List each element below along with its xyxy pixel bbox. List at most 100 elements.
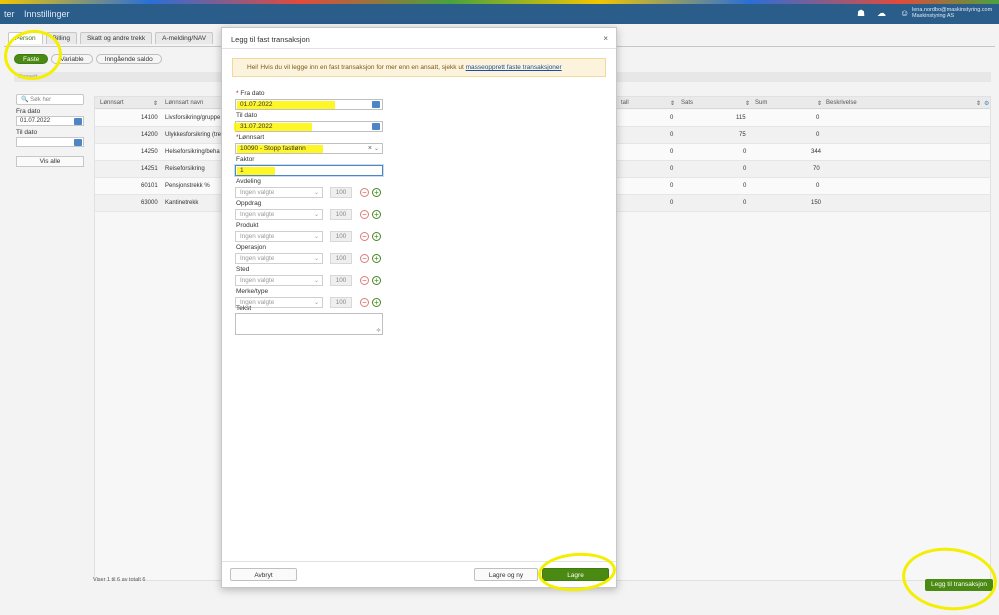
cell-code: 14200 xyxy=(141,132,158,138)
col-header-partial[interactable]: tall xyxy=(621,100,629,106)
chevron-down-icon[interactable]: ⌄ xyxy=(314,255,319,262)
produkt-percent: 100 xyxy=(330,231,352,242)
col-header-sats[interactable]: Sats xyxy=(681,100,693,106)
cell-sats: 0 xyxy=(670,166,674,172)
operasjon-percent: 100 xyxy=(330,253,352,264)
pill-inngaende-saldo[interactable]: Inngående saldo xyxy=(95,54,162,64)
chevron-down-icon[interactable]: ⌄ xyxy=(374,145,379,152)
cell-sats: 0 xyxy=(670,183,674,189)
search-input[interactable]: 🔍 Søk her xyxy=(16,94,84,105)
add-row-icon[interactable]: + xyxy=(372,298,381,307)
cell-name: Helseforsikring/beha xyxy=(165,149,220,155)
remove-row-icon[interactable]: − xyxy=(360,276,369,285)
til-dato-label: Til dato xyxy=(16,129,38,136)
fra-dato-input[interactable]: 01.07.2022 xyxy=(235,99,383,110)
gear-icon[interactable]: ⚙ xyxy=(984,100,989,107)
sort-icon[interactable]: ⇕ xyxy=(745,100,750,107)
avdeling-percent: 100 xyxy=(330,187,352,198)
chevron-down-icon[interactable]: ⌄ xyxy=(314,189,319,196)
chevron-down-icon[interactable]: ⌄ xyxy=(314,233,319,240)
tab-a-melding[interactable]: A-melding/NAV xyxy=(155,32,214,44)
remove-row-icon[interactable]: − xyxy=(360,298,369,307)
masseopprett-link[interactable]: masseopprett faste transaksjoner xyxy=(466,64,562,71)
add-row-icon[interactable]: + xyxy=(372,188,381,197)
chevron-down-icon[interactable]: ⌄ xyxy=(314,299,319,306)
col-header-lonnsart-navn[interactable]: Lønnsart navn xyxy=(165,100,203,106)
lonnsart-value: 10090 - Stopp fastlønn xyxy=(240,145,306,152)
calendar-icon[interactable] xyxy=(372,101,380,108)
cancel-button[interactable]: Avbryt xyxy=(230,568,297,581)
resize-handle-icon[interactable]: ≑ xyxy=(376,327,381,334)
chat-icon[interactable]: ☁ xyxy=(877,8,889,19)
header-brand[interactable]: ter xyxy=(4,9,15,19)
sort-icon[interactable]: ⇕ xyxy=(976,100,981,107)
cell-code: 14250 xyxy=(141,149,158,155)
remove-row-icon[interactable]: − xyxy=(360,210,369,219)
info-banner: Hei! Hvis du vil legge inn en fast trans… xyxy=(232,58,606,77)
cell-extra: 70 xyxy=(813,166,820,172)
app-header: ter Innstillinger ☗ ☁ ☺ lena.nordbo@mask… xyxy=(0,4,999,24)
remove-row-icon[interactable]: − xyxy=(360,232,369,241)
cell-sum: 0 xyxy=(743,166,747,172)
cell-name: Reiseforsikring xyxy=(165,166,205,172)
cell-sats: 0 xyxy=(670,149,674,155)
fra-dato-label: * Fra dato xyxy=(236,90,265,97)
close-icon[interactable]: × xyxy=(603,34,608,43)
avdeling-placeholder: Ingen valgte xyxy=(240,189,275,196)
add-row-icon[interactable]: + xyxy=(372,210,381,219)
calendar-icon[interactable] xyxy=(372,123,380,130)
org-chart-icon[interactable]: ☗ xyxy=(857,8,869,19)
til-dato-input[interactable] xyxy=(16,137,84,147)
til-dato-input[interactable]: 31.07.2022 xyxy=(234,121,383,132)
user-icon[interactable]: ☺ xyxy=(900,8,912,19)
sort-icon[interactable]: ⇕ xyxy=(670,100,675,107)
cell-code: 14251 xyxy=(141,166,158,172)
add-row-icon[interactable]: + xyxy=(372,232,381,241)
user-info[interactable]: lena.nordbo@maskinstyring.com Maskinstyr… xyxy=(912,7,992,19)
lonnsart-label: *Lønnsart xyxy=(236,134,264,141)
col-header-beskrivelse[interactable]: Beskrivelse xyxy=(826,100,857,106)
filter-panel: 🔍 Søk her Fra dato 01.07.2022 Til dato V… xyxy=(16,94,86,167)
calendar-icon[interactable] xyxy=(74,139,82,146)
lonnsart-label-text: Lønnsart xyxy=(238,134,265,141)
calendar-icon[interactable] xyxy=(74,118,82,125)
tab-skatt[interactable]: Skatt og andre trekk xyxy=(79,32,153,44)
cell-extra: 0 xyxy=(816,115,820,121)
save-and-new-button[interactable]: Lagre og ny xyxy=(474,568,538,581)
sort-icon[interactable]: ⇕ xyxy=(153,100,158,107)
avdeling-select[interactable]: Ingen valgte ⌄ xyxy=(235,187,323,198)
vis-alle-button[interactable]: Vis alle xyxy=(16,156,84,167)
produkt-select[interactable]: Ingen valgte ⌄ xyxy=(235,231,323,242)
remove-row-icon[interactable]: − xyxy=(360,254,369,263)
add-row-icon[interactable]: + xyxy=(372,276,381,285)
sted-select[interactable]: Ingen valgte ⌄ xyxy=(235,275,323,286)
cell-name: Ulykkesforsikring (tre xyxy=(165,132,222,138)
cell-sum: 0 xyxy=(743,200,747,206)
chevron-down-icon[interactable]: ⌄ xyxy=(314,277,319,284)
col-header-sum[interactable]: Sum xyxy=(755,100,767,106)
chevron-down-icon[interactable]: ⌄ xyxy=(314,211,319,218)
search-placeholder: Søk her xyxy=(30,97,52,103)
col-header-lonnsart[interactable]: Lønnsart xyxy=(100,100,124,106)
operasjon-select[interactable]: Ingen valgte ⌄ xyxy=(235,253,323,264)
fra-dato-input[interactable]: 01.07.2022 xyxy=(16,116,84,126)
user-company: Maskinstyring AS xyxy=(912,13,955,19)
merke-type-percent: 100 xyxy=(330,297,352,308)
oppdrag-select[interactable]: Ingen valgte ⌄ xyxy=(235,209,323,220)
cell-sats: 0 xyxy=(670,200,674,206)
add-row-icon[interactable]: + xyxy=(372,254,381,263)
tekst-textarea[interactable]: ≑ xyxy=(235,313,383,335)
clear-icon[interactable]: × xyxy=(368,145,372,152)
lonnsart-select[interactable]: 10090 - Stopp fastlønn × ⌄ xyxy=(235,143,383,154)
oppdrag-placeholder: Ingen valgte xyxy=(240,211,275,218)
avdeling-label: Avdeling xyxy=(236,178,261,185)
header-settings-link[interactable]: Innstillinger xyxy=(24,9,70,19)
tekst-label: Tekst xyxy=(236,305,252,312)
cell-code: 14100 xyxy=(141,115,158,121)
sort-icon[interactable]: ⇕ xyxy=(817,100,822,107)
operasjon-placeholder: Ingen valgte xyxy=(240,255,275,262)
cell-sum: 0 xyxy=(743,149,747,155)
produkt-label: Produkt xyxy=(236,222,259,229)
remove-row-icon[interactable]: − xyxy=(360,188,369,197)
faktor-input[interactable]: 1 xyxy=(235,165,383,176)
